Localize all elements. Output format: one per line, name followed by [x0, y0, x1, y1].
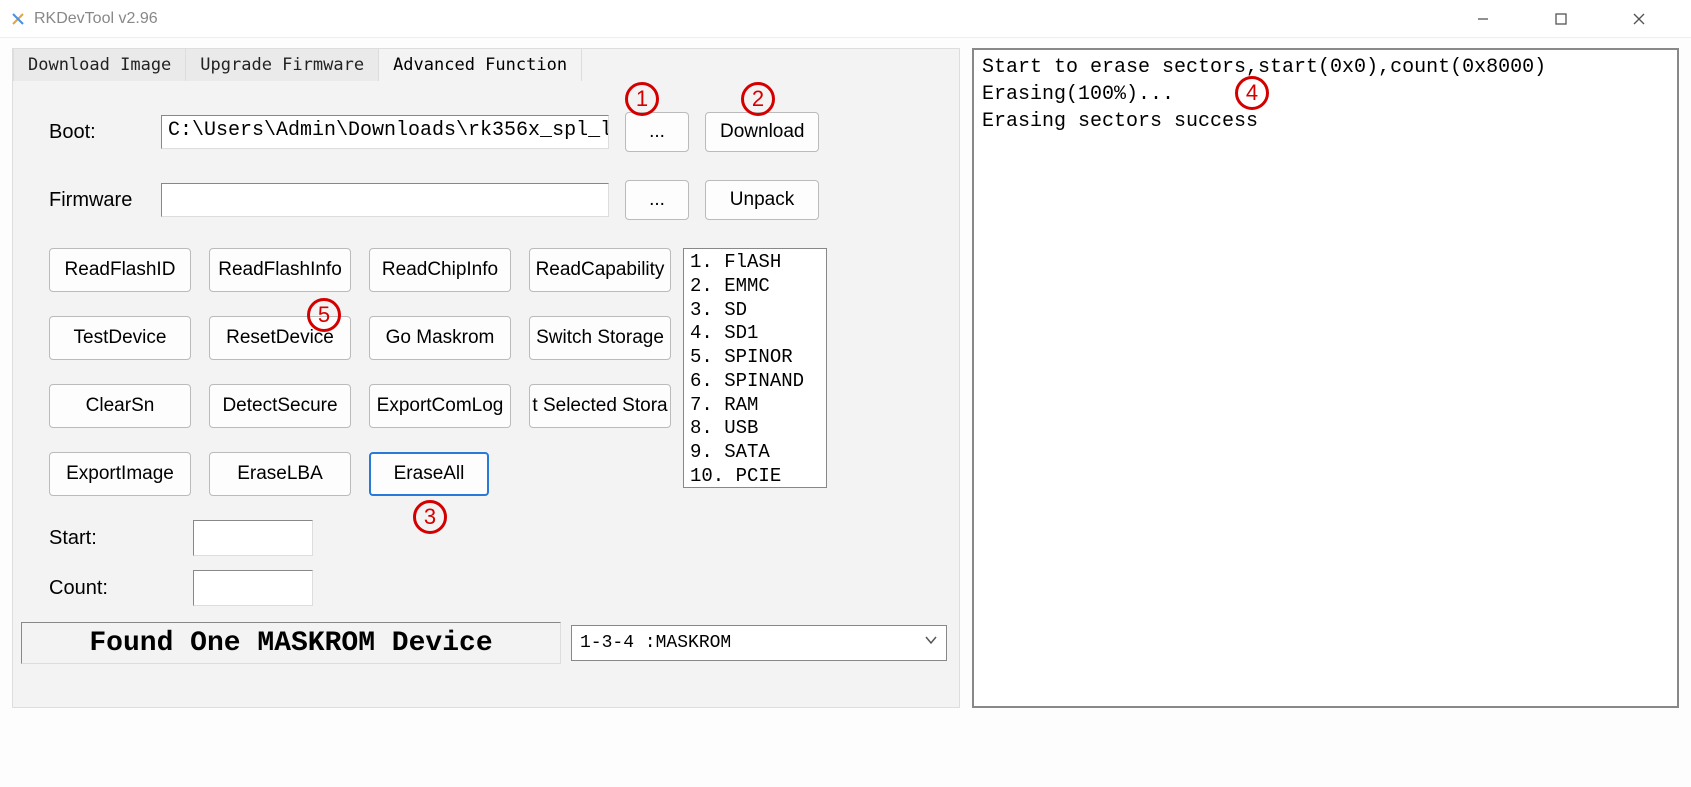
window-title: RKDevTool v2.96	[34, 10, 158, 28]
start-label: Start:	[49, 527, 139, 550]
export-image-button[interactable]: ExportImage	[49, 452, 191, 496]
count-input[interactable]	[193, 570, 313, 606]
minimize-button[interactable]	[1461, 4, 1505, 34]
erase-all-button[interactable]: EraseAll	[369, 452, 489, 496]
read-flash-info-button[interactable]: ReadFlashInfo	[209, 248, 351, 292]
device-select-value: 1-3-4 :MASKROM	[580, 633, 731, 653]
go-maskrom-button[interactable]: Go Maskrom	[369, 316, 511, 360]
tab-content: 1 2 5 3 Boot: C:\Users\Admin\Downloads\r…	[13, 82, 959, 616]
reset-device-button[interactable]: ResetDevice	[209, 316, 351, 360]
test-device-button[interactable]: TestDevice	[49, 316, 191, 360]
app-icon	[10, 11, 26, 27]
firmware-browse-button[interactable]: ...	[625, 180, 689, 220]
firmware-path-input[interactable]	[161, 183, 609, 217]
clear-sn-button[interactable]: ClearSn	[49, 384, 191, 428]
firmware-label: Firmware	[49, 189, 145, 212]
chevron-down-icon	[924, 633, 938, 653]
unpack-button[interactable]: Unpack	[705, 180, 819, 220]
boot-path-input[interactable]: C:\Users\Admin\Downloads\rk356x_spl_load…	[161, 115, 609, 149]
tab-advanced-function[interactable]: Advanced Function	[378, 48, 582, 81]
annotation-1: 1	[625, 82, 659, 116]
close-button[interactable]	[1617, 4, 1661, 34]
window-controls	[1461, 4, 1681, 34]
boot-browse-button[interactable]: ...	[625, 112, 689, 152]
export-comlog-button[interactable]: ExportComLog	[369, 384, 511, 428]
boot-label: Boot:	[49, 121, 145, 144]
storage-listbox[interactable]: 1. FlASH 2. EMMC 3. SD 4. SD1 5. SPINOR …	[683, 248, 827, 488]
detect-secure-button[interactable]: DetectSecure	[209, 384, 351, 428]
status-message: Found One MASKROM Device	[21, 622, 561, 664]
read-chip-info-button[interactable]: ReadChipInfo	[369, 248, 511, 292]
annotation-2: 2	[741, 82, 775, 116]
switch-storage-button[interactable]: Switch Storage	[529, 316, 671, 360]
count-label: Count:	[49, 577, 139, 600]
status-bar: Found One MASKROM Device 1-3-4 :MASKROM	[13, 616, 959, 668]
tab-download-image[interactable]: Download Image	[13, 48, 186, 81]
titlebar: RKDevTool v2.96	[0, 0, 1691, 38]
erase-lba-button[interactable]: EraseLBA	[209, 452, 351, 496]
tab-upgrade-firmware[interactable]: Upgrade Firmware	[185, 48, 379, 81]
main-panel: Download Image Upgrade Firmware Advanced…	[12, 48, 960, 708]
start-input[interactable]	[193, 520, 313, 556]
maximize-button[interactable]	[1539, 4, 1583, 34]
read-capability-button[interactable]: ReadCapability	[529, 248, 671, 292]
log-output[interactable]: Start to erase sectors,start(0x0),count(…	[972, 48, 1679, 708]
device-select[interactable]: 1-3-4 :MASKROM	[571, 625, 947, 661]
read-flash-id-button[interactable]: ReadFlashID	[49, 248, 191, 292]
download-button[interactable]: Download	[705, 112, 819, 152]
tab-bar: Download Image Upgrade Firmware Advanced…	[13, 48, 959, 81]
selected-storage-button[interactable]: t Selected Stora	[529, 384, 671, 428]
